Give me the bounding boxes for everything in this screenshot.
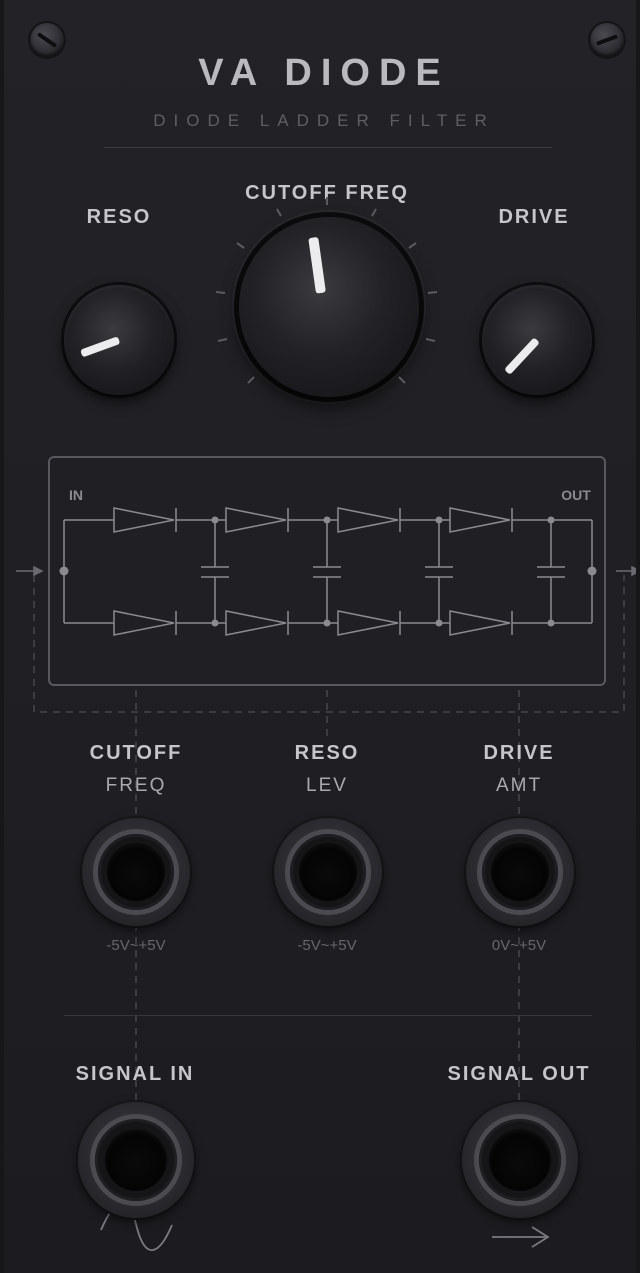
cv-reso-label: RESO [294,742,360,764]
scale-tick [398,376,406,384]
output-arrow-icon [631,565,636,577]
schematic-out-label: OUT [561,487,591,503]
scale-tick [276,208,282,217]
diode-ladder-schematic [63,507,593,636]
cv-reso-sublabel: LEV [306,775,348,796]
cv-cutoff-label: CUTOFF [89,742,183,764]
signal-out-label: SIGNAL OUT [447,1063,591,1085]
cv-cutoff-jack[interactable] [82,818,190,926]
cv-reso-jack[interactable] [274,818,382,926]
signal-out-jack[interactable] [462,1102,578,1218]
scale-tick [427,291,438,294]
cv-reso-range: -5V~+5V [297,937,357,954]
arrow-right-icon [492,1226,550,1248]
capacitors [201,520,565,623]
scale-tick [425,338,436,342]
scale-tick [215,291,226,294]
signal-in-jack[interactable] [78,1102,194,1218]
cv-drive-label: DRIVE [483,742,555,764]
diode-row-bottom [113,610,592,636]
scale-tick [371,208,377,217]
diode-row-top [113,507,592,533]
module-panel: VA DIODE DIODE LADDER FILTER RESO CUTOFF… [0,0,640,1273]
cv-drive-jack[interactable] [466,818,574,926]
schematic-nodes [59,516,597,627]
signal-in-label: SIGNAL IN [75,1063,195,1085]
input-arrow-icon [33,565,44,577]
section-divider [64,1015,592,1016]
scale-tick [217,338,228,342]
patch-guide-loop [33,575,625,713]
cv-drive-sublabel: AMT [495,775,543,796]
scale-tick [247,376,255,384]
scale-tick [236,242,245,249]
io-arrows [16,565,636,577]
schematic-in-label: IN [69,487,83,503]
cv-drive-range: 0V~+5V [491,937,547,954]
cv-cutoff-sublabel: FREQ [105,775,167,796]
cutoff-scale-ticks [215,197,438,384]
scale-tick [408,242,417,249]
cv-cutoff-range: -5V~+5V [106,937,166,954]
